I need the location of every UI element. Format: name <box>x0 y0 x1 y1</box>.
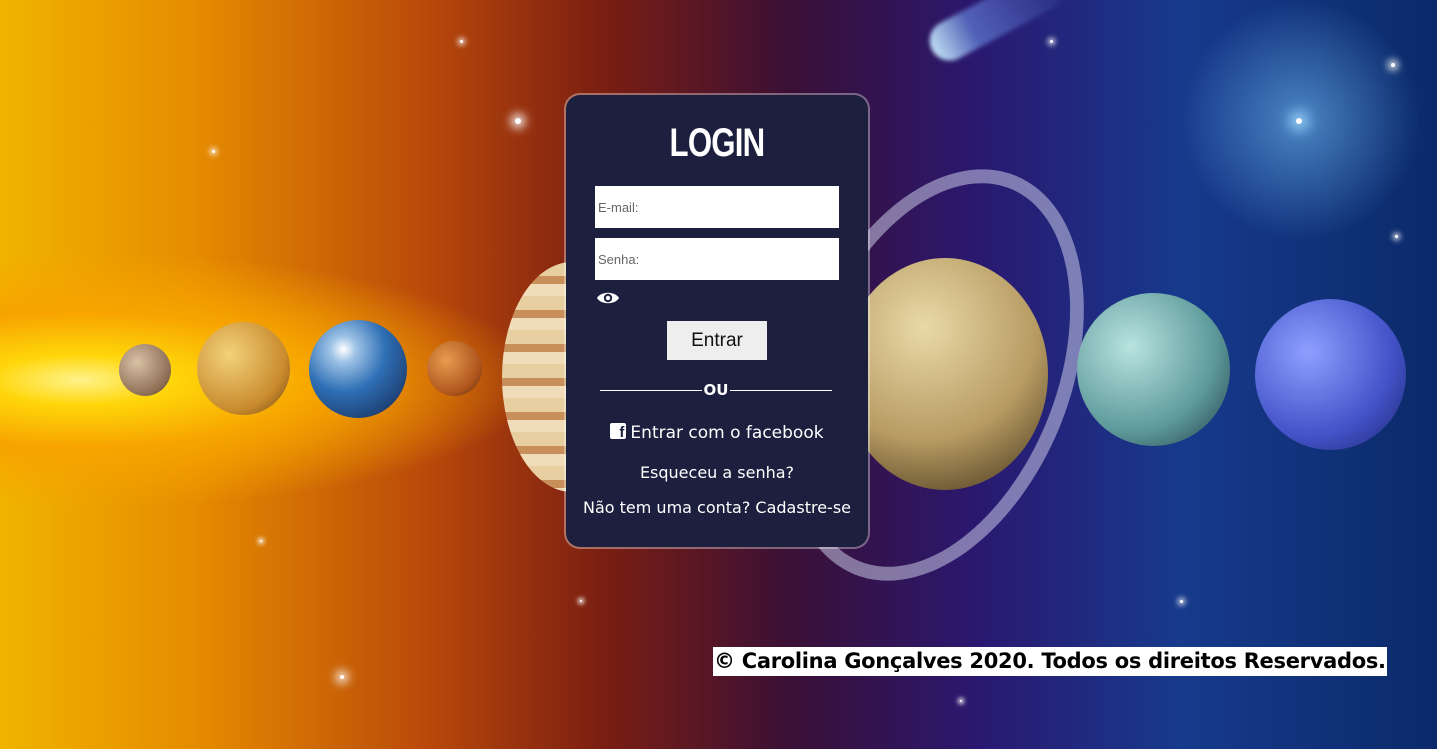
mercury-planet <box>119 344 171 396</box>
neptune-planet <box>1255 299 1406 450</box>
forgot-password-link[interactable]: Esqueceu a senha? <box>566 463 868 482</box>
star <box>212 150 215 153</box>
star <box>515 118 521 124</box>
star <box>1296 118 1302 124</box>
uranus-planet <box>1077 293 1230 446</box>
star <box>1391 63 1395 67</box>
signup-link[interactable]: Não tem uma conta? Cadastre-se <box>566 498 868 517</box>
star <box>1395 235 1398 238</box>
copyright-footer: © Carolina Gonçalves 2020. Todos os dire… <box>713 647 1387 676</box>
comet <box>922 0 1074 68</box>
star <box>260 540 262 542</box>
star <box>580 600 582 602</box>
eye-icon[interactable] <box>596 290 620 306</box>
facebook-icon: f <box>610 423 627 441</box>
star <box>460 40 463 43</box>
star <box>960 700 962 702</box>
mars-planet <box>427 341 482 396</box>
saturn-planet <box>842 258 1048 490</box>
facebook-login-link[interactable]: f Entrar com o facebook <box>566 423 868 443</box>
star <box>1180 600 1183 603</box>
star <box>340 675 344 679</box>
venus-planet <box>197 322 290 415</box>
earth-planet <box>309 320 407 418</box>
login-button[interactable]: Entrar <box>667 321 767 360</box>
star <box>1050 40 1053 43</box>
password-field[interactable] <box>595 238 839 280</box>
login-card: LOGIN Entrar OU fEntrar com o facebook E… <box>566 95 868 547</box>
email-field[interactable] <box>595 186 839 228</box>
login-title: LOGIN <box>669 121 766 165</box>
divider-line-right <box>730 390 832 391</box>
or-divider: OU <box>600 379 832 403</box>
facebook-login-label: Entrar com o facebook <box>630 423 824 443</box>
